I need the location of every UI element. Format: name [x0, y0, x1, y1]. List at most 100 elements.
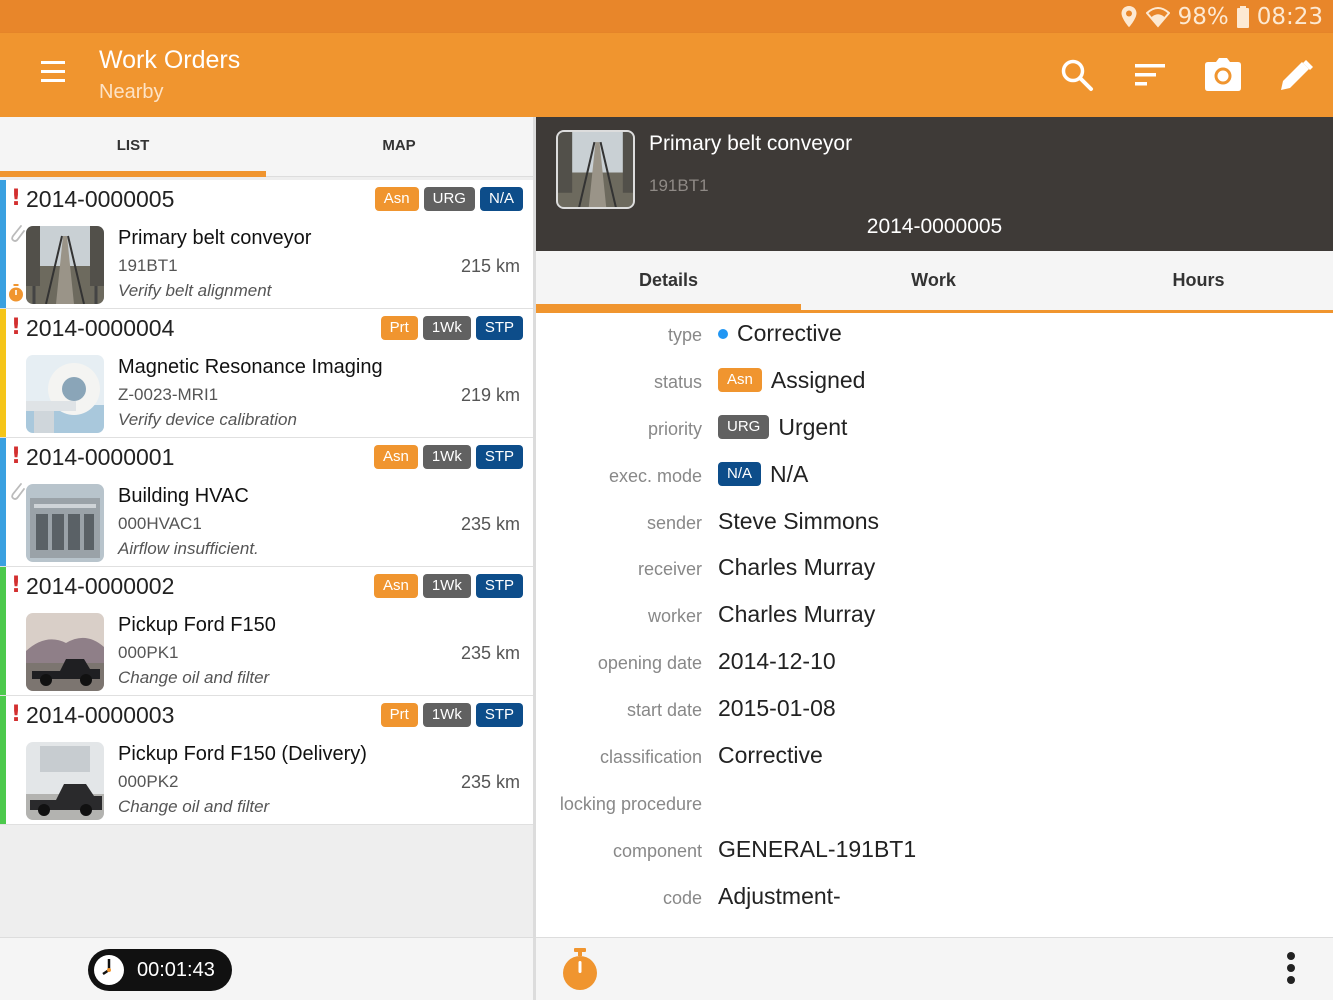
app-bar: Work Orders Nearby: [0, 33, 1333, 117]
field-label: status: [653, 371, 702, 392]
status-badge: Prt: [380, 316, 418, 340]
field-value: Adjustment-: [718, 882, 841, 909]
detail-work-order-number: 2014-0000005: [866, 215, 1003, 238]
sort-icon[interactable]: [1130, 55, 1170, 95]
status-badge: Prt: [380, 703, 418, 727]
priority-alert-icon: !: [11, 444, 22, 469]
detail-row-locking-procedure: locking procedure: [536, 784, 1333, 831]
priority-badge: 1Wk: [422, 574, 471, 598]
distance: 219 km: [460, 385, 520, 405]
battery-percent: 98%: [1177, 4, 1229, 30]
list-item[interactable]: ! 2014-0000002 Asn 1Wk STP Pickup Ford F…: [0, 567, 533, 696]
field-value: Urgent: [778, 413, 848, 440]
distance: 235 km: [460, 643, 520, 663]
detail-asset-name: Primary belt conveyor: [649, 132, 853, 155]
stopwatch-icon[interactable]: [560, 946, 600, 992]
work-order-number: 2014-0000004: [26, 315, 175, 341]
detail-header: Primary belt conveyor 191BT1 2014-000000…: [536, 117, 1333, 251]
work-order-detail-pane: Primary belt conveyor 191BT1 2014-000000…: [536, 117, 1333, 937]
priority-alert-icon: !: [11, 186, 22, 211]
detail-row-status: status Asn Assigned: [536, 362, 1333, 409]
status-color-bar: [0, 567, 6, 695]
field-label: classification: [599, 747, 702, 768]
detail-row-receiver: receiver Charles Murray: [536, 549, 1333, 596]
field-value: N/A: [770, 460, 809, 487]
list-item[interactable]: ! 2014-0000003 Prt 1Wk STP Pickup Ford F…: [0, 696, 533, 825]
field-value: 2015-01-08: [718, 695, 836, 722]
field-label: worker: [647, 606, 702, 627]
mode-badge: STP: [475, 445, 523, 469]
work-order-number: 2014-0000002: [26, 573, 175, 599]
type-dot-icon: [718, 328, 728, 339]
field-value: Charles Murray: [718, 554, 876, 581]
field-label: code: [662, 887, 702, 908]
conveyor-thumbnail: [556, 130, 635, 209]
asset-name: Primary belt conveyor: [118, 227, 312, 249]
tab-details[interactable]: Details: [536, 251, 801, 310]
work-order-number: 2014-0000003: [26, 702, 175, 728]
conveyor-thumbnail: [26, 226, 104, 304]
location-icon: [1120, 5, 1138, 29]
tab-list[interactable]: LIST: [0, 117, 266, 177]
pickup-truck-thumbnail: [26, 742, 104, 820]
detail-row-priority: priority URG Urgent: [536, 409, 1333, 456]
page-subtitle: Nearby: [99, 81, 164, 103]
tab-hours[interactable]: Hours: [1066, 251, 1331, 310]
wifi-icon: [1145, 6, 1170, 28]
hvac-thumbnail: [26, 484, 104, 562]
priority-badge: 1Wk: [422, 316, 471, 340]
work-description: Verify belt alignment: [118, 281, 272, 300]
list-item[interactable]: ! 2014-0000005 Asn URG N/A Primary belt …: [0, 180, 533, 309]
field-value: Corrective: [737, 320, 842, 346]
status-badge: Asn: [374, 187, 419, 211]
asset-code: 000HVAC1: [118, 514, 202, 533]
detail-tabs: Details Work Hours: [536, 251, 1333, 313]
detail-row-classification: classification Corrective: [536, 737, 1333, 784]
work-order-list: ! 2014-0000005 Asn URG N/A Primary belt …: [0, 180, 533, 825]
priority-alert-icon: !: [11, 315, 22, 340]
asset-code: 000PK1: [118, 643, 179, 662]
tab-work[interactable]: Work: [801, 251, 1066, 310]
asset-name: Building HVAC: [118, 485, 249, 507]
timer-button[interactable]: 00:01:43: [88, 949, 232, 991]
bottom-bar-left: 00:01:43: [0, 937, 533, 1000]
work-order-number: 2014-0000005: [26, 186, 175, 212]
pickup-truck-thumbnail: [26, 613, 104, 691]
field-value: Assigned: [770, 366, 866, 393]
distance: 235 km: [460, 514, 520, 534]
edit-icon[interactable]: [1276, 55, 1316, 95]
priority-badge: 1Wk: [422, 445, 471, 469]
mode-badge: STP: [475, 574, 523, 598]
mode-badge: N/A: [479, 187, 523, 211]
search-icon[interactable]: [1057, 55, 1097, 95]
list-item[interactable]: ! 2014-0000004 Prt 1Wk STP Magnetic Reso…: [0, 309, 533, 438]
asset-code: 191BT1: [118, 256, 178, 275]
detail-row-component: component GENERAL-191BT1: [536, 831, 1333, 878]
menu-icon[interactable]: [36, 61, 70, 91]
asset-name: Magnetic Resonance Imaging: [118, 356, 383, 378]
field-value: GENERAL-191BT1: [718, 835, 917, 862]
mode-badge: STP: [475, 316, 523, 340]
priority-alert-icon: !: [11, 702, 22, 727]
detail-row-code: code Adjustment-: [536, 878, 1333, 925]
work-description: Verify device calibration: [118, 410, 297, 429]
detail-row-exec-mode: exec. mode N/A N/A: [536, 456, 1333, 503]
field-label: type: [667, 325, 702, 345]
asset-name: Pickup Ford F150: [118, 614, 276, 636]
clock-icon: [94, 955, 124, 985]
field-value: Steve Simmons: [718, 507, 880, 534]
attachment-icon: [8, 222, 26, 248]
detail-row-type: type Corrective: [536, 315, 1333, 362]
work-order-number: 2014-0000001: [26, 444, 175, 470]
mode-badge: STP: [475, 703, 523, 727]
more-options-icon[interactable]: [1285, 952, 1297, 988]
work-description: Change oil and filter: [118, 797, 270, 816]
camera-icon[interactable]: [1203, 55, 1243, 95]
list-item[interactable]: ! 2014-0000001 Asn 1Wk STP Building HVAC…: [0, 438, 533, 567]
tab-map[interactable]: MAP: [266, 117, 532, 174]
asset-name: Pickup Ford F150 (Delivery): [118, 743, 367, 765]
detail-asset-code: 191BT1: [649, 176, 709, 195]
field-label: start date: [626, 700, 702, 721]
asset-code: 000PK2: [118, 772, 179, 791]
work-description: Change oil and filter: [118, 668, 270, 687]
